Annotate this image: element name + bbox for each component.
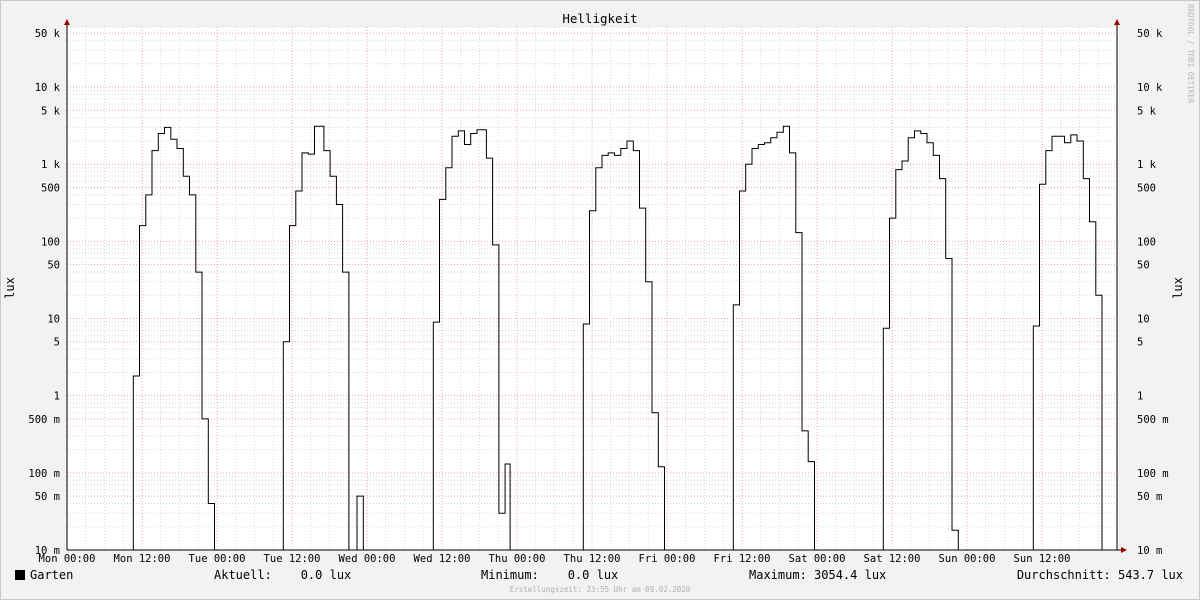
x-tick-label: Tue 12:00 [264,553,321,565]
legend-current: Aktuell: 0.0 lux [214,568,351,582]
chart-svg: 10 m 50 m 100 m 500 m 1 5 10 50 100 500 1 k 5 k 10 k… [0,0,1200,600]
x-tick-label: Thu 00:00 [489,553,546,565]
x-tick-label: Sun 00:00 [939,553,996,565]
y-tick-label-left: 50 [47,260,60,272]
legend-series-name: Garten [30,568,73,582]
y-tick-label-left: 50 m [35,491,60,503]
y-tick-label-left: 50 k [35,28,61,40]
y-tick-label-right: 10 k [1137,82,1163,94]
y-tick-label-left: 100 [41,236,60,248]
legend-minimum: Minimum: 0.0 lux [481,568,618,582]
y-tick-label-left: 10 [47,314,60,326]
y-tick-label-right: 500 m [1137,414,1169,426]
x-tick-label: Wed 12:00 [414,553,471,565]
x-tick-label: Thu 12:00 [564,553,621,565]
y-tick-label-right: 50 m [1137,491,1162,503]
y-tick-label-right: 1 [1137,391,1143,403]
y-tick-label-right: 100 [1137,236,1156,248]
x-tick-label: Tue 00:00 [189,553,246,565]
y-tick-label-left: 10 k [35,82,61,94]
x-tick-label: Sun 12:00 [1014,553,1071,565]
x-tick-label: Sat 00:00 [789,553,846,565]
x-tick-label: Wed 00:00 [339,553,396,565]
y-tick-label-left: 5 [54,337,60,349]
y-tick-label-right: 1 k [1137,159,1157,171]
y-tick-label-right: 50 k [1137,28,1163,40]
x-tick-label: Fri 00:00 [639,553,696,565]
legend-maximum: Maximum: 3054.4 lux [749,568,886,582]
y-tick-label-left: 5 k [41,105,61,117]
chart-title: Helligkeit [562,11,637,26]
y-axis-label-right: lux [1171,277,1185,299]
x-tick-label: Fri 12:00 [714,553,771,565]
y-tick-label-right: 5 [1137,337,1143,349]
watermark: RRDTOOL / TOBI OETIKER [1186,4,1195,104]
x-tick-label: Sat 12:00 [864,553,921,565]
y-tick-label-right: 500 [1137,182,1156,194]
y-tick-label-right: 5 k [1137,105,1157,117]
y-tick-label-left: 1 [54,391,60,403]
x-tick-label: Mon 12:00 [114,553,171,565]
legend-swatch-garten [15,570,25,580]
y-tick-label-left: 500 [41,182,60,194]
y-tick-label-right: 50 [1137,260,1150,272]
y-tick-label-left: 1 k [41,159,61,171]
x-tick-label: Mon 00:00 [39,553,96,565]
footer-timestamp: Erstellungszeit: 23:55 Uhr am 09.02.2020 [510,585,691,594]
y-tick-label-left: 500 m [28,414,60,426]
y-tick-label-right: 10 [1137,314,1150,326]
y-axis-label-left: lux [3,277,17,299]
y-tick-label-right: 10 m [1137,545,1162,557]
y-tick-label-left: 100 m [28,468,60,480]
legend-average: Durchschnitt: 543.7 lux [1017,568,1183,582]
y-tick-label-right: 100 m [1137,468,1169,480]
